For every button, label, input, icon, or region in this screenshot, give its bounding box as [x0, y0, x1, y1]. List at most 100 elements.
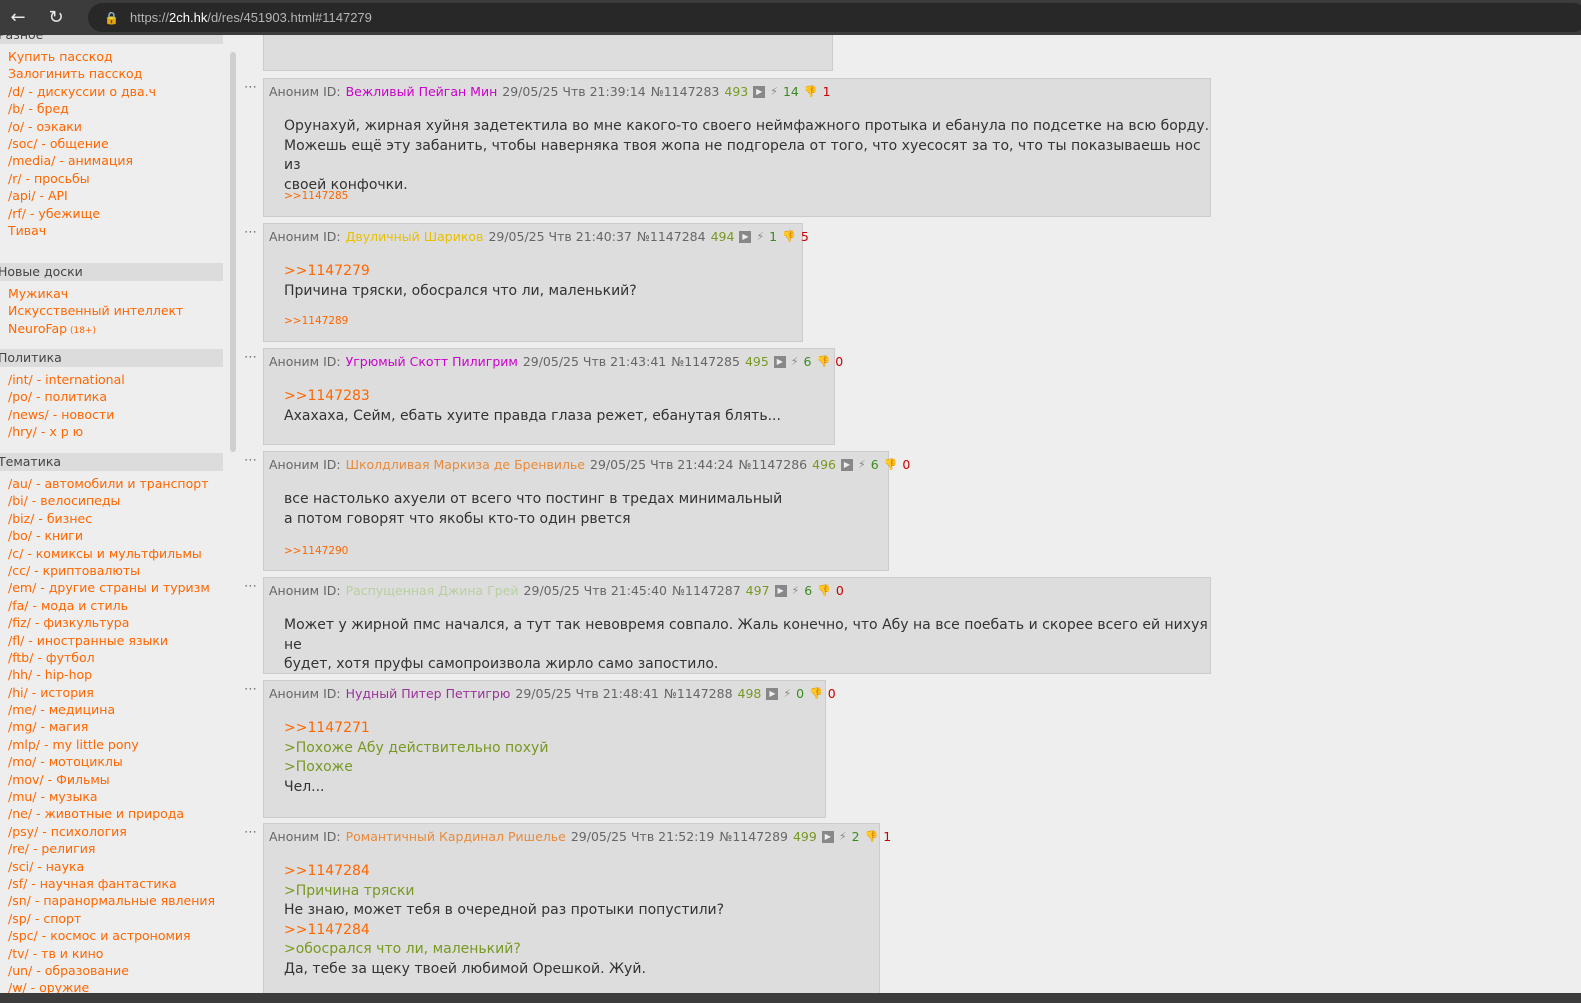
sidebar-board-link[interactable]: /tv/ - тв и кино [8, 945, 223, 962]
post-menu-icon[interactable]: ⋯ [244, 453, 257, 468]
sidebar-board-link[interactable]: /spc/ - космос и астрономия [8, 927, 223, 944]
reply-link[interactable]: >>1147279 [284, 262, 637, 282]
reload-icon[interactable]: ↻ [46, 7, 66, 28]
post-menu-icon[interactable]: ⋯ [244, 225, 257, 240]
sidebar-board-link[interactable]: /biz/ - бизнес [8, 510, 223, 527]
sidebar-board-link[interactable]: /hry/ - х р ю [8, 423, 223, 440]
post-menu-icon[interactable]: ⋯ [244, 350, 257, 365]
sidebar-board-link[interactable]: /mov/ - Фильмы [8, 771, 223, 788]
thumb-down-icon[interactable]: 👎 [782, 230, 796, 243]
post-anon-label: Аноним ID: [269, 457, 341, 472]
sidebar-board-link[interactable]: /c/ - комиксы и мультфильмы [8, 545, 223, 562]
sidebar-board-link[interactable]: /sp/ - спорт [8, 910, 223, 927]
sidebar-board-link[interactable]: Искусственный интеллект [8, 302, 223, 319]
post-number[interactable]: №1147284 [637, 229, 706, 244]
sidebar-board-label: Мужикач [8, 286, 69, 301]
post-replies-link[interactable]: >>1147289 [284, 315, 348, 327]
sidebar-board-label: /mov/ - Фильмы [8, 771, 110, 787]
thumb-down-icon[interactable]: 👎 [884, 458, 898, 471]
sidebar-board-link[interactable]: /mlp/ - my little pony [8, 736, 223, 753]
play-icon[interactable]: ▶ [840, 458, 853, 471]
reply-link[interactable]: >>1147283 [284, 387, 781, 407]
sidebar-board-link[interactable]: /fa/ - мода и стиль [8, 597, 223, 614]
back-arrow-icon[interactable]: ← [8, 7, 28, 28]
sidebar-board-link[interactable]: /soc/ - общение [8, 135, 223, 152]
lock-icon[interactable]: 🔒 [104, 11, 119, 25]
sidebar-board-link[interactable]: /ne/ - животные и природа [8, 805, 223, 822]
sidebar-board-link[interactable]: /ftb/ - футбол [8, 649, 223, 666]
sidebar-board-link[interactable]: /media/ - анимация [8, 152, 223, 169]
sidebar-board-link[interactable]: /o/ - оэкаки [8, 118, 223, 135]
post-replies-link[interactable]: >>1147290 [284, 545, 348, 557]
sidebar-board-link[interactable]: /cc/ - криптовалюты [8, 562, 223, 579]
play-icon[interactable]: ▶ [773, 355, 786, 368]
sidebar-board-link[interactable]: Купить пасскод [8, 48, 223, 65]
sidebar-board-link[interactable]: NeuroFap (18+) [8, 320, 223, 337]
thumb-down-icon[interactable]: 👎 [816, 355, 830, 368]
post-header: Аноним ID: Школдливая Маркиза де Бренвиль… [269, 457, 915, 472]
post-menu-icon[interactable]: ⋯ [244, 579, 257, 594]
reply-link[interactable]: >>1147271 [284, 719, 548, 739]
sidebar-board-link[interactable]: /sn/ - паранормальные явления [8, 892, 223, 909]
sidebar-board-link[interactable]: /mg/ - магия [8, 718, 223, 735]
sidebar-board-link[interactable]: /bo/ - книги [8, 527, 223, 544]
sidebar-board-link[interactable]: /bi/ - велосипеды [8, 492, 223, 509]
post-replies-link[interactable]: >>1147285 [284, 190, 348, 202]
sidebar-board-link[interactable]: /rf/ - убежище [8, 205, 223, 222]
sidebar-board-link[interactable]: /sf/ - научная фантастика [8, 875, 223, 892]
post-number[interactable]: №1147285 [671, 354, 740, 369]
thumb-down-icon[interactable]: 👎 [865, 830, 879, 843]
lightning-like-icon[interactable]: ⚡ [791, 355, 799, 368]
thumb-down-icon[interactable]: 👎 [817, 584, 831, 597]
reply-link[interactable]: >>1147284 [284, 862, 724, 882]
sidebar-board-link[interactable]: /hi/ - история [8, 684, 223, 701]
play-icon[interactable]: ▶ [753, 85, 766, 98]
sidebar-board-link[interactable]: /psy/ - психология [8, 823, 223, 840]
sidebar-board-link[interactable]: /me/ - медицина [8, 701, 223, 718]
sidebar-board-link[interactable]: /re/ - религия [8, 840, 223, 857]
play-icon[interactable]: ▶ [739, 230, 752, 243]
play-icon[interactable]: ▶ [821, 830, 834, 843]
sidebar-board-link[interactable]: /po/ - политика [8, 388, 223, 405]
sidebar-board-link[interactable]: /sci/ - наука [8, 858, 223, 875]
play-icon[interactable]: ▶ [774, 584, 787, 597]
lightning-like-icon[interactable]: ⚡ [858, 458, 866, 471]
lightning-like-icon[interactable]: ⚡ [756, 230, 764, 243]
lightning-like-icon[interactable]: ⚡ [783, 687, 791, 700]
thumb-down-icon[interactable]: 👎 [809, 687, 823, 700]
lightning-like-icon[interactable]: ⚡ [839, 830, 847, 843]
message-line: Не знаю, может тебя в очередной раз прот… [284, 902, 725, 918]
sidebar-board-link[interactable]: /mu/ - музыка [8, 788, 223, 805]
post-menu-icon[interactable]: ⋯ [244, 825, 257, 840]
lightning-like-icon[interactable]: ⚡ [792, 584, 800, 597]
post-menu-icon[interactable]: ⋯ [244, 80, 257, 95]
sidebar-board-link[interactable]: /fiz/ - физкультура [8, 614, 223, 631]
sidebar-board-link[interactable]: /int/ - international [8, 371, 223, 388]
post-menu-icon[interactable]: ⋯ [244, 682, 257, 697]
sidebar-board-link[interactable]: /un/ - образование [8, 962, 223, 979]
post-number[interactable]: №1147283 [651, 84, 720, 99]
sidebar-board-link[interactable]: Мужикач [8, 285, 223, 302]
sidebar-board-link[interactable]: /hh/ - hip-hop [8, 666, 223, 683]
sidebar-board-link[interactable]: /mo/ - мотоциклы [8, 753, 223, 770]
post-number[interactable]: №1147288 [664, 686, 733, 701]
reply-link[interactable]: >>1147284 [284, 921, 724, 941]
message-line: Причина тряски, обосрался что ли, малень… [284, 282, 637, 299]
address-bar[interactable]: 🔒 https://2ch.hk/d/res/451903.html#11472… [88, 3, 1581, 32]
sidebar-board-link[interactable]: /r/ - просьбы [8, 170, 223, 187]
play-icon[interactable]: ▶ [766, 687, 779, 700]
lightning-like-icon[interactable]: ⚡ [770, 85, 778, 98]
sidebar-board-link[interactable]: /d/ - дискуссии о два.ч [8, 83, 223, 100]
sidebar-board-link[interactable]: /au/ - автомобили и транспорт [8, 475, 223, 492]
sidebar-board-link[interactable]: /news/ - новости [8, 406, 223, 423]
sidebar-board-link[interactable]: Залогинить пасскод [8, 65, 223, 82]
thumb-down-icon[interactable]: 👎 [804, 85, 818, 98]
sidebar-board-link[interactable]: /b/ - бред [8, 100, 223, 117]
sidebar-board-link[interactable]: Тивач [8, 222, 223, 239]
sidebar-board-link[interactable]: /fl/ - иностранные языки [8, 632, 223, 649]
post-number[interactable]: №1147287 [672, 583, 741, 598]
sidebar-board-link[interactable]: /api/ - API [8, 187, 223, 204]
post-number[interactable]: №1147289 [719, 829, 788, 844]
sidebar-board-link[interactable]: /em/ - другие страны и туризм [8, 579, 223, 596]
post-number[interactable]: №1147286 [738, 457, 807, 472]
